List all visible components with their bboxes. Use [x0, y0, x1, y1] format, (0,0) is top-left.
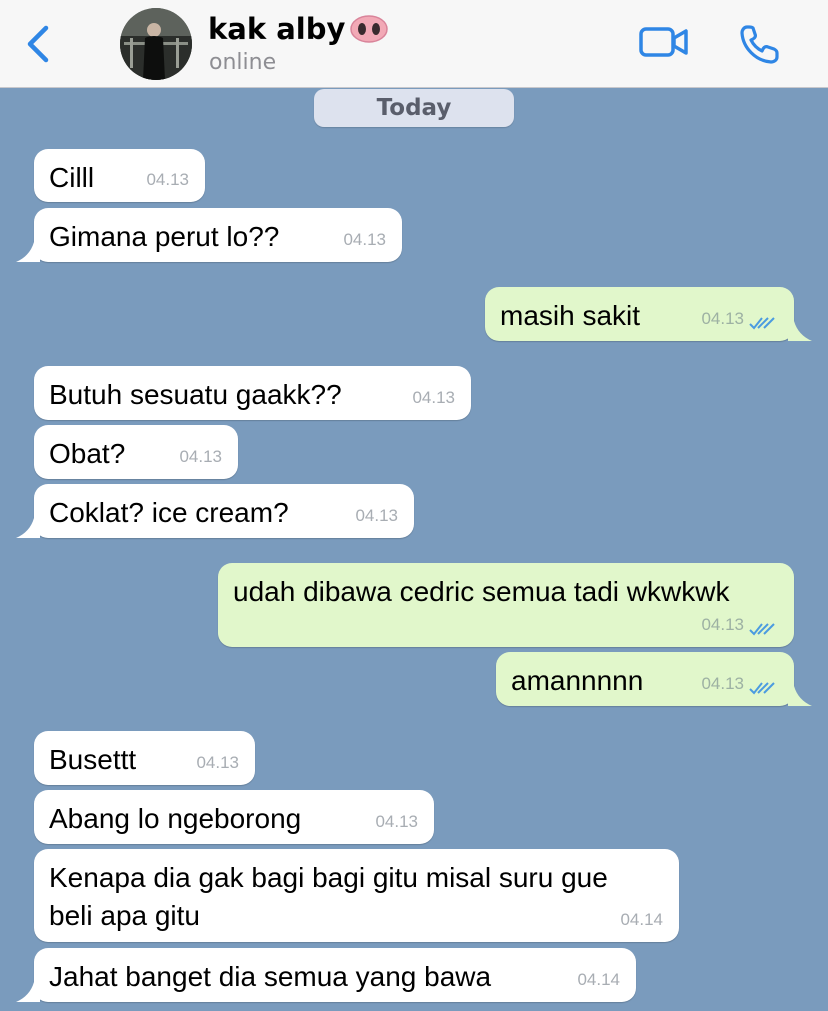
chat-header: kak alby online — [0, 0, 828, 88]
message-text: Coklat? ice cream? — [49, 497, 289, 528]
message-bubble-incoming[interactable]: Gimana perut lo?? 04.13 — [16, 208, 402, 262]
message-time: 04.13 — [412, 388, 455, 407]
message-bubble-outgoing[interactable]: udah dibawa cedric semua tadi wkwkwk 04.… — [218, 563, 794, 647]
contact-status: online — [209, 50, 277, 75]
video-call-button[interactable] — [638, 22, 690, 66]
phone-icon — [740, 25, 779, 64]
message-text: Obat? — [49, 438, 126, 469]
pig-nose-icon — [350, 15, 389, 43]
video-camera-icon — [639, 27, 688, 57]
double-check-icon — [749, 317, 775, 330]
message-time: 04.13 — [196, 753, 239, 772]
message-text: Cilll — [49, 162, 95, 193]
message-bubble-incoming[interactable]: Jahat banget dia semua yang bawa 04.14 — [16, 948, 636, 1002]
bubble-tail — [788, 321, 812, 341]
contact-title[interactable]: kak alby — [208, 12, 389, 46]
message-time: 04.13 — [375, 812, 418, 831]
message-time: 04.13 — [179, 447, 222, 466]
avatar[interactable] — [120, 8, 192, 80]
message-text: Abang lo ngeborong — [49, 803, 302, 834]
message-text: masih sakit — [500, 300, 641, 331]
message-text: Gimana perut lo?? — [49, 221, 280, 252]
message-time: 04.13 — [701, 615, 744, 634]
message-bubble-outgoing[interactable]: masih sakit 04.13 — [485, 287, 812, 341]
message-time: 04.13 — [701, 674, 744, 693]
message-bubble-incoming[interactable]: Kenapa dia gak bagi bagi gitu misal suru… — [34, 849, 679, 942]
double-check-icon — [749, 623, 775, 636]
contact-name: kak alby — [208, 12, 346, 46]
message-time: 04.13 — [146, 170, 189, 189]
message-bubble-incoming[interactable]: Butuh sesuatu gaakk?? 04.13 — [34, 366, 471, 420]
bubble-tail — [788, 686, 812, 706]
voice-call-button[interactable] — [738, 22, 782, 70]
double-check-icon — [749, 682, 775, 695]
message-text: Jahat banget dia semua yang bawa — [49, 961, 492, 992]
message-text-line-1: Kenapa dia gak bagi bagi gitu misal suru… — [49, 862, 608, 893]
chevron-left-icon — [27, 25, 49, 63]
message-text: Busettt — [49, 744, 137, 775]
message-text: amannnnn — [511, 665, 644, 696]
message-bubble-incoming[interactable]: Cilll 04.13 — [34, 149, 205, 202]
date-separator: Today — [314, 89, 514, 127]
message-time: 04.13 — [355, 506, 398, 525]
message-bubble-incoming[interactable]: Busettt 04.13 — [34, 731, 255, 785]
message-text-line-2: beli apa gitu — [49, 900, 201, 931]
avatar-photo — [120, 8, 192, 80]
message-bubble-incoming[interactable]: Obat? 04.13 — [34, 425, 238, 479]
back-button[interactable] — [18, 20, 62, 68]
message-text: Butuh sesuatu gaakk?? — [49, 379, 342, 410]
bubble-tail — [16, 518, 40, 538]
message-time: 04.14 — [577, 970, 620, 989]
message-bubble-incoming[interactable]: Coklat? ice cream? 04.13 — [16, 484, 414, 538]
message-text: udah dibawa cedric semua tadi wkwkwk — [233, 576, 730, 607]
message-bubble-outgoing[interactable]: amannnnn 04.13 — [496, 652, 812, 706]
message-time: 04.13 — [343, 230, 386, 249]
message-time: 04.13 — [701, 309, 744, 328]
bubble-tail — [16, 242, 40, 262]
message-bubble-incoming[interactable]: Abang lo ngeborong 04.13 — [34, 790, 434, 844]
bubble-tail — [16, 982, 40, 1002]
message-time: 04.14 — [620, 910, 663, 929]
